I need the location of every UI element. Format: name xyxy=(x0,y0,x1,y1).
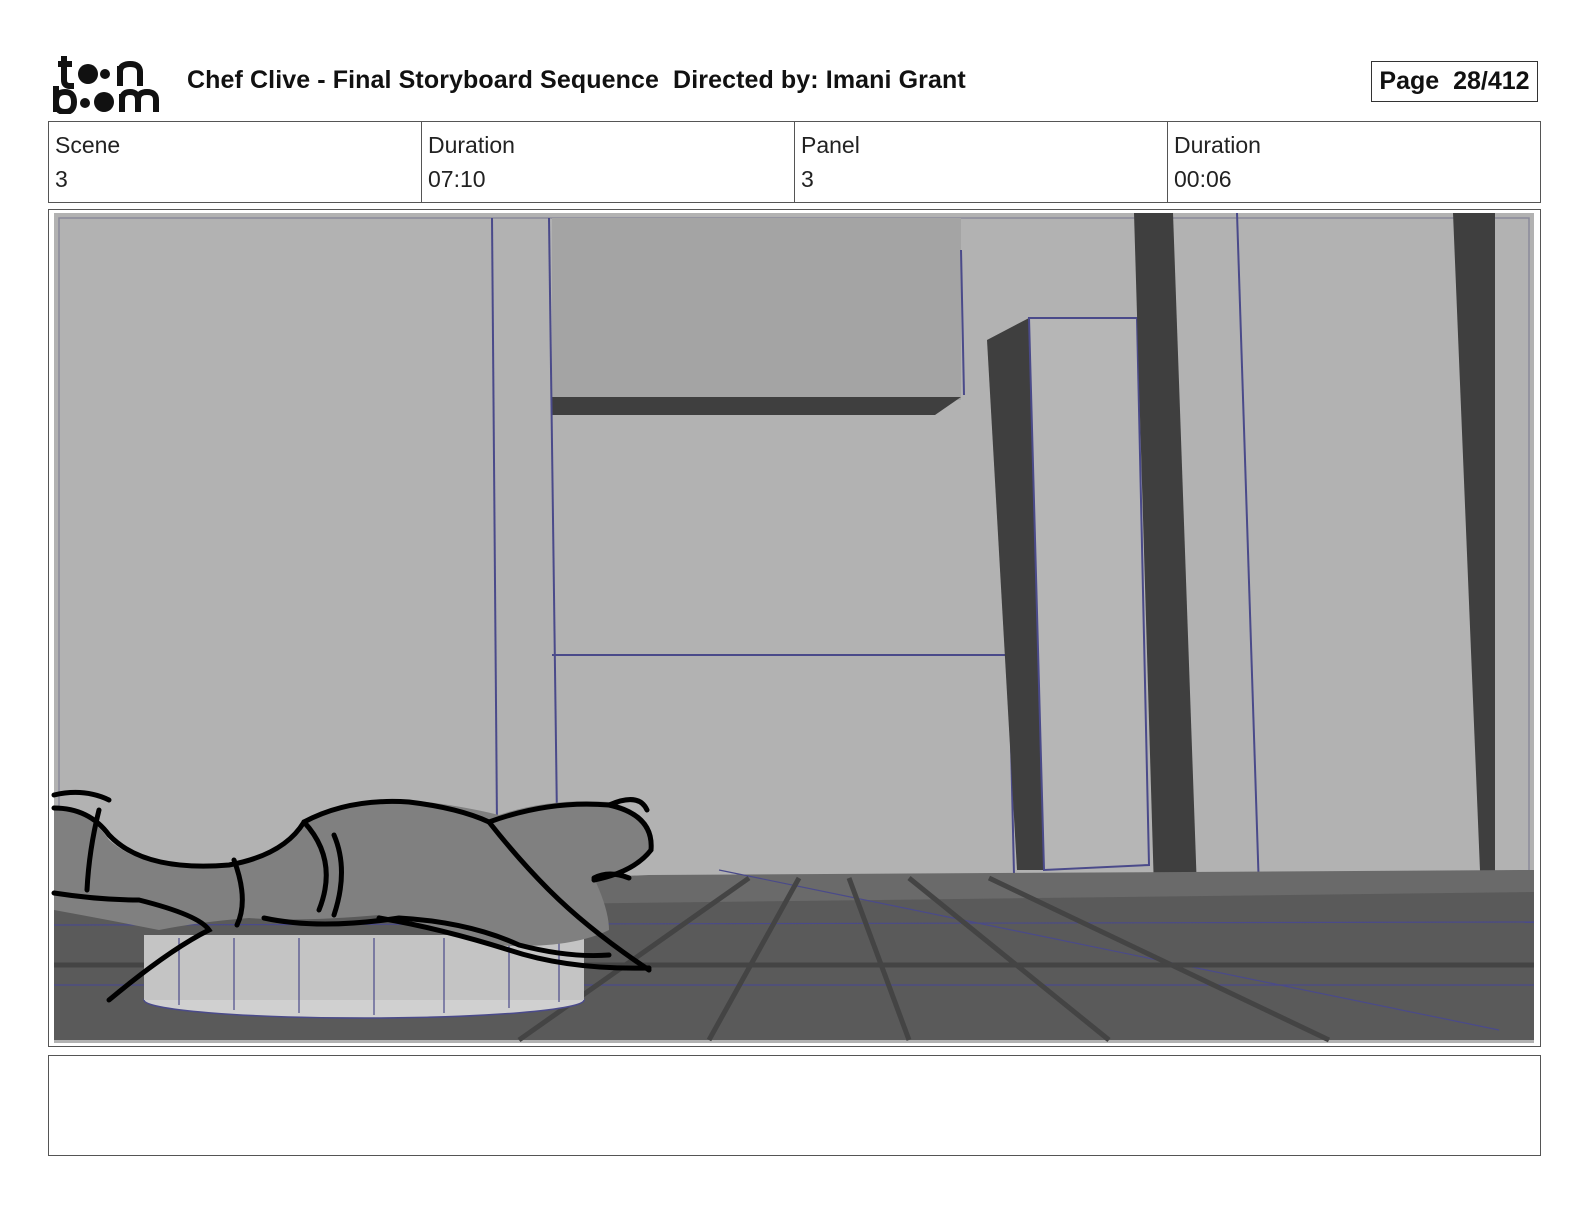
scene-label: Scene xyxy=(55,132,121,158)
scene-duration-label: Duration xyxy=(428,132,515,158)
scene-value: 3 xyxy=(55,166,68,192)
storyboard-panel xyxy=(48,209,1541,1047)
panel-artwork xyxy=(51,212,1535,1043)
panel-duration-cell: Duration 00:06 xyxy=(1168,122,1540,202)
scene-cell: Scene 3 xyxy=(49,122,422,202)
scene-duration-cell: Duration 07:10 xyxy=(422,122,795,202)
panel-cell: Panel 3 xyxy=(795,122,1168,202)
page-label: Page xyxy=(1379,67,1440,95)
panel-label: Panel xyxy=(801,132,860,158)
toonboom-logo xyxy=(50,50,166,116)
scene-duration-value: 07:10 xyxy=(428,166,486,192)
page-value: 28/412 xyxy=(1453,67,1530,95)
upper-cabinet xyxy=(552,218,961,400)
panel-value: 3 xyxy=(801,166,814,192)
panel-duration-value: 00:06 xyxy=(1174,166,1232,192)
document-title: Chef Clive - Final Storyboard Sequence D… xyxy=(187,66,966,94)
scene-info-table: Scene 3 Duration 07:10 Panel 3 Duration … xyxy=(48,121,1541,203)
panel-notes-box[interactable] xyxy=(48,1055,1541,1156)
page-indicator: Page 28/412 xyxy=(1371,61,1538,102)
panel-duration-label: Duration xyxy=(1174,132,1261,158)
